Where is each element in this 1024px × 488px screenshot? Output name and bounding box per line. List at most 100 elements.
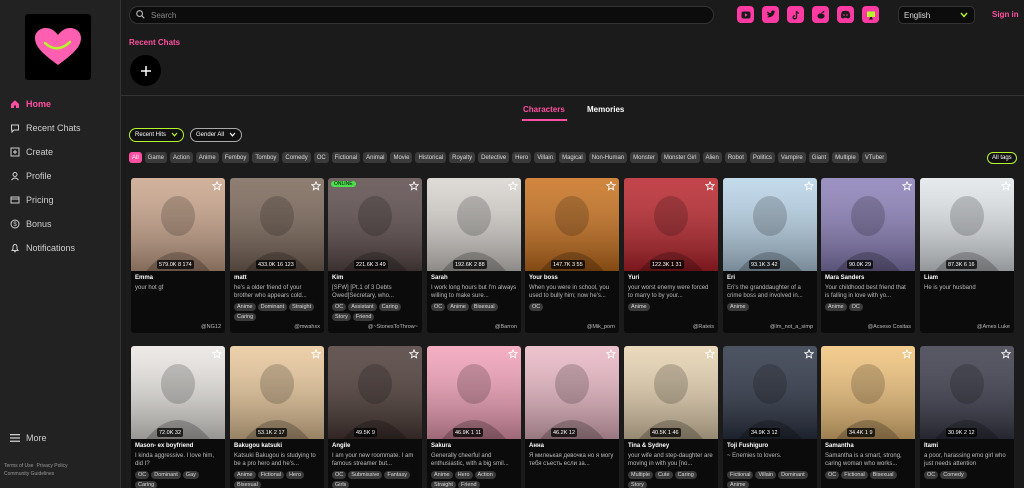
character-card[interactable]: 34.9K 3 12 Toji Fushiguro ~ Enemies to lov… [723,346,817,488]
tiktok-link[interactable] [787,6,804,23]
tag-filter[interactable]: Movie [390,152,413,163]
character-card[interactable]: 40.5K 1 46 Tina & Sydney your wife and ste… [624,346,718,488]
card-tag[interactable]: Cute [654,471,673,479]
card-tag[interactable]: OC [135,471,150,479]
card-tag[interactable]: OC [431,303,446,311]
tag-filter[interactable]: Villain [534,152,557,163]
character-card[interactable]: 49.5K 9 Angile I am your new roommate. I a… [328,346,422,488]
card-tag[interactable]: Anime [431,471,453,479]
search-bar[interactable] [129,6,714,24]
character-card[interactable]: 90.0K 29 Mara Sanders Your childhood best … [821,178,915,333]
star-icon[interactable] [311,349,321,359]
card-tag[interactable]: Anime [727,303,749,311]
card-tag[interactable]: Straight [289,303,315,311]
character-card[interactable]: 192.6K 2 88 Sarah I work long hours but I'… [427,178,521,333]
character-card[interactable]: 34.4K 1 9 Samantha Samantha is a smart, st… [821,346,915,488]
card-tag[interactable]: Anime [727,481,749,488]
character-card[interactable]: 147.7K 3 55 Your boss When you were in sch… [525,178,619,333]
star-icon[interactable] [705,349,715,359]
card-tag[interactable]: Story [628,481,647,488]
card-tag[interactable]: OC [332,303,347,311]
character-card[interactable]: 93.1K 3 42 Eri Eri's the granddaughter of … [723,178,817,333]
card-tag[interactable]: Straight [431,481,456,488]
card-tag[interactable]: Villain [755,471,777,479]
star-icon[interactable] [311,181,321,191]
privacy-link[interactable]: Privacy Policy [36,463,67,469]
card-tag[interactable]: Girls [332,481,350,488]
card-tag[interactable]: OC [848,303,863,311]
sidebar-item-home[interactable]: Home [0,92,121,116]
monitor-link[interactable] [862,6,879,23]
card-tag[interactable]: Dominant [257,303,288,311]
logo[interactable] [25,14,91,80]
character-card[interactable]: 433.0K 16 123 matt he's a older friend of … [230,178,324,333]
card-tag[interactable]: Anime [234,303,256,311]
card-tag[interactable]: Story [332,313,351,321]
reddit-link[interactable] [812,6,829,23]
card-tag[interactable]: Friend [457,481,480,488]
card-tag[interactable]: Caring [234,313,257,321]
card-tag[interactable]: Bisexual [470,303,498,311]
guidelines-link[interactable]: Community Guidelines [4,471,54,477]
tag-filter[interactable]: Historical [415,152,447,163]
language-select[interactable]: English [898,6,975,24]
card-tag[interactable]: Submissive [348,471,383,479]
sidebar-item-recent-chats[interactable]: Recent Chats [0,116,121,140]
more-button[interactable]: More [9,432,47,443]
card-tag[interactable]: Fictional [257,471,285,479]
new-chat-button[interactable] [130,55,161,86]
tab-characters[interactable]: Characters [523,105,565,114]
card-author[interactable]: @mwahxx [230,324,324,333]
character-card[interactable]: 30.9K 2 12 Itami a poor, harassing emo gir… [920,346,1014,488]
star-icon[interactable] [902,181,912,191]
terms-link[interactable]: Terms of Use [4,463,33,469]
card-tag[interactable]: Multiple [628,471,653,479]
sidebar-item-notifications[interactable]: Notifications [0,236,121,260]
tag-filter[interactable]: VTuber [861,152,888,163]
star-icon[interactable] [212,181,222,191]
star-icon[interactable] [804,181,814,191]
character-card[interactable]: 72.0K 32 Mason- ex boyfriend I kinda aggre… [131,346,225,488]
star-icon[interactable] [606,349,616,359]
card-tag[interactable]: Dominant [151,471,181,479]
search-input[interactable] [151,10,691,20]
card-tag[interactable]: OC [529,303,544,311]
star-icon[interactable] [804,349,814,359]
card-tag[interactable]: Fictional [727,471,754,479]
tag-filter[interactable]: Fictional [331,152,361,163]
star-icon[interactable] [705,181,715,191]
card-tag[interactable]: Bisexual [869,471,897,479]
card-tag[interactable]: Anime [234,471,256,479]
gender-dropdown[interactable]: Gender All [190,128,243,142]
sort-dropdown[interactable]: Recent Hits [129,128,185,142]
card-tag[interactable]: Assistant [348,303,377,311]
star-icon[interactable] [508,349,518,359]
tag-filter[interactable]: Hero [512,152,532,163]
tag-filter[interactable]: Alien [702,152,722,163]
card-tag[interactable]: Action [474,471,496,479]
card-author[interactable]: @~StonesToThrow~ [328,324,422,333]
tag-filter[interactable]: Anime [195,152,219,163]
card-tag[interactable]: Anime [628,303,650,311]
card-tag[interactable]: Caring [674,471,697,479]
card-author[interactable]: @Acseso Cositas [821,324,915,333]
tag-filter[interactable]: Robot [724,152,747,163]
card-tag[interactable]: Friend [352,313,375,321]
star-icon[interactable] [1001,349,1011,359]
tag-filter[interactable]: OC [313,152,329,163]
sidebar-item-profile[interactable]: Profile [0,164,121,188]
card-tag[interactable]: Bisexual [234,481,261,488]
tab-memories[interactable]: Memories [587,105,624,114]
twitter-link[interactable] [762,6,779,23]
tag-filter[interactable]: Monster Girl [660,152,700,163]
tag-filter[interactable]: Vampire [777,152,806,163]
card-tag[interactable]: Fantasy [384,471,410,479]
card-tag[interactable]: Dominant [778,471,808,479]
star-icon[interactable] [606,181,616,191]
signin-button[interactable]: Sign in [992,10,1019,19]
tag-filter[interactable]: Comedy [282,152,311,163]
star-icon[interactable] [508,181,518,191]
tag-filter[interactable]: Giant [808,152,830,163]
star-icon[interactable] [409,181,419,191]
tag-filter[interactable]: Detective [478,152,510,163]
